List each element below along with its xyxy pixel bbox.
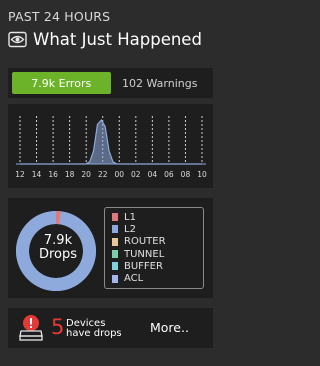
legend-item-l1[interactable]: L1 [112, 211, 196, 223]
chart-x-tick-label: 18 [65, 170, 75, 179]
device-text-line2: have drops [66, 328, 122, 339]
donut-center-label: 7.9k Drops [16, 234, 100, 262]
legend-label: L2 [124, 223, 136, 235]
legend-swatch [112, 262, 118, 271]
chart-x-tick-label: 10 [197, 170, 207, 179]
chart-x-tick-label: 04 [148, 170, 158, 179]
legend-swatch [112, 213, 118, 222]
legend-swatch [112, 274, 118, 283]
chart-series-line [20, 118, 202, 165]
chart-x-tick-label: 06 [164, 170, 174, 179]
device-text: Devices have drops [66, 319, 122, 339]
chart-x-tick-label: 02 [131, 170, 141, 179]
tab-errors[interactable]: 7.9k Errors [12, 72, 111, 94]
legend-label: ROUTER [124, 236, 166, 248]
legend-swatch [112, 237, 118, 246]
eye-icon [8, 31, 27, 48]
donut-center-value: 7.9k [43, 233, 73, 248]
chart-x-tick-label: 08 [181, 170, 191, 179]
tab-bar: 7.9k Errors 102 Warnings [8, 68, 213, 98]
donut-center-text: Drops [38, 247, 78, 262]
legend-label: L1 [124, 211, 136, 223]
legend-label: BUFFER [124, 260, 163, 272]
legend-item-l2[interactable]: L2 [112, 223, 196, 235]
header: What Just Happened [8, 30, 202, 49]
timeline-chart-svg: 12 14 16 18 20 22 00 02 04 06 08 10 [15, 116, 207, 179]
legend-item-router[interactable]: ROUTER [112, 236, 196, 248]
legend-swatch [112, 250, 118, 259]
legend-item-acl[interactable]: ACL [112, 272, 196, 284]
chart-x-tick-label: 16 [48, 170, 58, 179]
chart-x-tick-label: 00 [114, 170, 124, 179]
chart-x-tick-label: 20 [81, 170, 91, 179]
legend-label: ACL [124, 273, 144, 285]
chart-x-tick-label: 14 [32, 170, 42, 179]
drops-panel: 7.9k Drops L1 L2 ROUTER TUNNEL BUFFER ACL [8, 198, 213, 298]
tab-warnings[interactable]: 102 Warnings [111, 72, 210, 94]
chart-x-tick-label: 12 [15, 170, 25, 179]
page-title: What Just Happened [33, 30, 202, 49]
header-subtitle: PAST 24 HOURS [8, 9, 111, 24]
alert-icon [19, 315, 43, 341]
legend-item-buffer[interactable]: BUFFER [112, 260, 196, 272]
device-count: 5 [51, 315, 65, 339]
devices-panel: 5 Devices have drops More.. [8, 308, 213, 348]
legend-label: TUNNEL [124, 248, 165, 260]
drops-legend: L1 L2 ROUTER TUNNEL BUFFER ACL [104, 207, 204, 289]
more-link[interactable]: More.. [150, 320, 189, 335]
timeline-chart: 12 14 16 18 20 22 00 02 04 06 08 10 [8, 104, 213, 188]
legend-item-tunnel[interactable]: TUNNEL [112, 248, 196, 260]
chart-x-tick-label: 22 [98, 170, 108, 179]
legend-swatch [112, 225, 118, 234]
